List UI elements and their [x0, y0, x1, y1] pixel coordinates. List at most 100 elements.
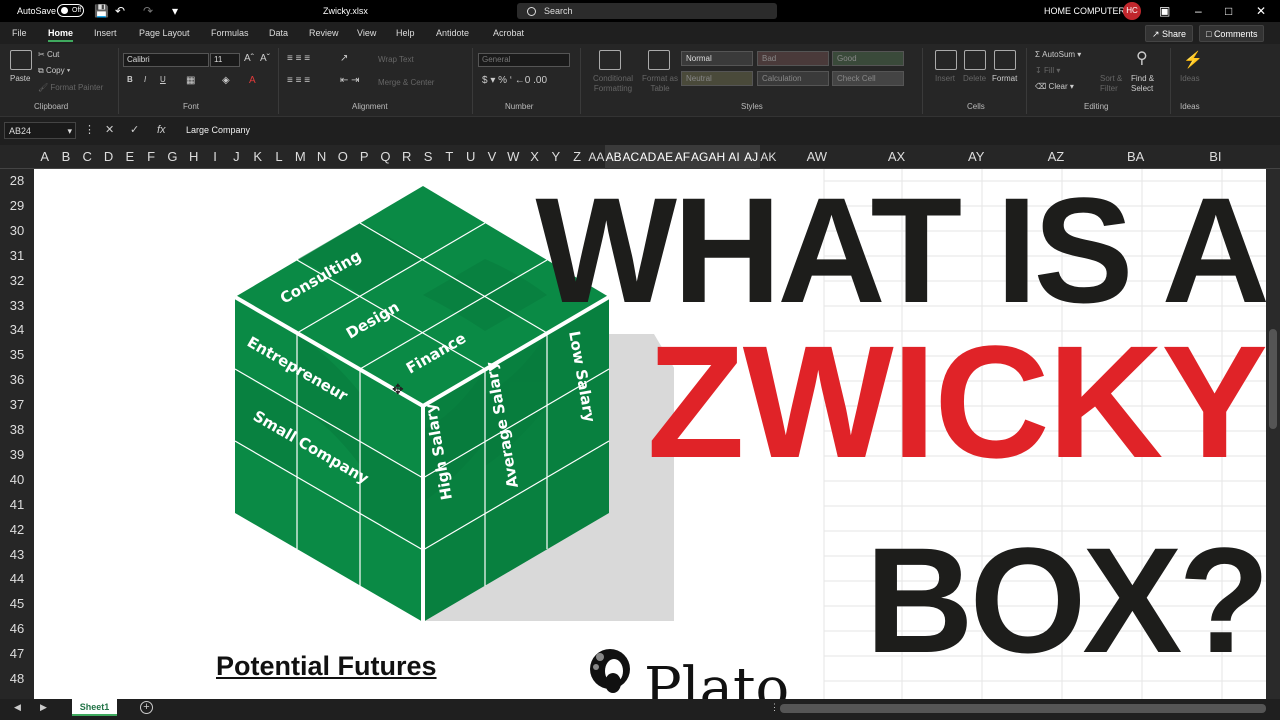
avatar[interactable]: HC	[1123, 2, 1141, 20]
row-header-45[interactable]: 45	[0, 592, 34, 617]
column-header-p[interactable]: P	[354, 145, 375, 169]
column-header-u[interactable]: U	[460, 145, 481, 169]
column-header-ah[interactable]: AH	[708, 145, 726, 169]
row-header-28[interactable]: 28	[0, 169, 34, 194]
maximize-icon[interactable]: □	[1225, 0, 1232, 22]
clear-button[interactable]: ⌫ Clear ▾	[1035, 82, 1074, 91]
autosave-toggle[interactable]: Off	[57, 4, 84, 17]
column-header-d[interactable]: D	[98, 145, 119, 169]
column-header-z[interactable]: Z	[567, 145, 588, 169]
format-cells-button[interactable]: Format	[992, 74, 1017, 83]
row-header-44[interactable]: 44	[0, 567, 34, 592]
autosum-button[interactable]: Σ AutoSum ▾	[1035, 50, 1081, 59]
column-header-i[interactable]: I	[204, 145, 225, 169]
paste-icon[interactable]	[10, 50, 32, 70]
insert-cells-button[interactable]: Insert	[935, 74, 955, 83]
row-header-33[interactable]: 33	[0, 294, 34, 319]
cut-button[interactable]: ✂ Cut	[38, 50, 59, 59]
font-size-dropdown[interactable]: 11	[210, 53, 240, 67]
column-header-aw[interactable]: AW	[777, 145, 857, 169]
row-header-31[interactable]: 31	[0, 244, 34, 269]
italic-button[interactable]: I	[144, 75, 146, 84]
row-header-39[interactable]: 39	[0, 443, 34, 468]
column-header-ba[interactable]: BA	[1096, 145, 1176, 169]
column-header-a[interactable]: A	[34, 145, 55, 169]
find-icon[interactable]: ⚲	[1136, 48, 1148, 68]
align-left-icon[interactable]: ≡ ≡ ≡	[287, 75, 310, 86]
ideas-button[interactable]: Ideas	[1180, 74, 1200, 83]
vertical-scrollbar[interactable]	[1266, 169, 1280, 699]
column-header-ad[interactable]: AD	[639, 145, 657, 169]
undo-icon[interactable]: ↶	[115, 0, 125, 22]
insert-cells-icon[interactable]	[935, 50, 957, 70]
comments-button[interactable]: □ Comments	[1199, 25, 1265, 42]
indent-icon[interactable]: ⇤ ⇥	[340, 75, 360, 86]
more-options-icon[interactable]: ⋮	[84, 122, 95, 139]
underline-button[interactable]: U	[160, 75, 166, 84]
format-painter-button[interactable]: 🖌 Format Painter	[38, 83, 103, 92]
column-header-w[interactable]: W	[503, 145, 524, 169]
column-header-bi[interactable]: BI	[1176, 145, 1256, 169]
insert-function-icon[interactable]: fx	[157, 122, 166, 139]
tab-review[interactable]: Review	[309, 22, 339, 44]
style-normal[interactable]: Normal	[681, 51, 753, 66]
borders-icon[interactable]: ▦	[186, 75, 195, 86]
row-header-30[interactable]: 30	[0, 219, 34, 244]
style-good[interactable]: Good	[832, 51, 904, 66]
save-icon[interactable]: 💾	[94, 0, 109, 22]
prev-sheet-icon[interactable]: ◀	[14, 702, 21, 713]
currency-icon[interactable]: $ ▾ % ‘ ←0 .00	[482, 75, 547, 86]
column-header-aj[interactable]: AJ	[742, 145, 760, 169]
row-header-32[interactable]: 32	[0, 269, 34, 294]
tab-page-layout[interactable]: Page Layout	[139, 22, 190, 44]
scroll-left-icon[interactable]: ⋮	[770, 702, 779, 713]
column-header-s[interactable]: S	[417, 145, 438, 169]
column-header-ac[interactable]: AC	[622, 145, 640, 169]
add-sheet-button[interactable]: +	[140, 701, 153, 714]
row-header-42[interactable]: 42	[0, 518, 34, 543]
ribbon-display-icon[interactable]: ▣	[1159, 0, 1170, 22]
style-calculation[interactable]: Calculation	[757, 71, 829, 86]
column-header-k[interactable]: K	[247, 145, 268, 169]
format-cells-icon[interactable]	[994, 50, 1016, 70]
grow-font-icon[interactable]: Aˆ	[244, 53, 254, 64]
column-header-az[interactable]: AZ	[1016, 145, 1096, 169]
column-header-ak[interactable]: AK	[760, 145, 777, 169]
merge-center-button[interactable]: Merge & Center	[378, 78, 434, 87]
column-header-ay[interactable]: AY	[936, 145, 1016, 169]
column-header-x[interactable]: X	[524, 145, 545, 169]
ideas-icon[interactable]: ⚡	[1183, 50, 1203, 70]
name-box[interactable]: AB24 ▾	[4, 122, 76, 139]
formula-input[interactable]: Large Company	[178, 122, 1276, 139]
row-header-40[interactable]: 40	[0, 468, 34, 493]
quick-access-dropdown-icon[interactable]: ▾	[172, 0, 178, 22]
column-header-m[interactable]: M	[290, 145, 311, 169]
bold-button[interactable]: B	[127, 75, 133, 84]
delete-cells-icon[interactable]	[964, 50, 986, 70]
tab-file[interactable]: File	[12, 22, 27, 44]
orientation-icon[interactable]: ↗	[340, 53, 348, 64]
column-header-l[interactable]: L	[268, 145, 289, 169]
column-header-y[interactable]: Y	[545, 145, 566, 169]
row-header-43[interactable]: 43	[0, 543, 34, 568]
row-header-37[interactable]: 37	[0, 393, 34, 418]
row-header-38[interactable]: 38	[0, 418, 34, 443]
row-header-46[interactable]: 46	[0, 617, 34, 642]
format-as-table-icon[interactable]	[648, 50, 670, 70]
row-header-41[interactable]: 41	[0, 493, 34, 518]
row-header-47[interactable]: 47	[0, 642, 34, 667]
tab-data[interactable]: Data	[269, 22, 288, 44]
fill-color-icon[interactable]: ◈	[222, 75, 230, 86]
tab-help[interactable]: Help	[396, 22, 415, 44]
sheet-canvas[interactable]: Consulting Design Finance Entrepreneur S…	[34, 169, 1266, 699]
font-name-dropdown[interactable]: Calibri	[123, 53, 209, 67]
tab-home[interactable]: Home	[48, 22, 74, 44]
column-header-o[interactable]: O	[332, 145, 353, 169]
tab-antidote[interactable]: Antidote	[436, 22, 469, 44]
column-header-g[interactable]: G	[162, 145, 183, 169]
column-header-ax[interactable]: AX	[857, 145, 937, 169]
copy-button[interactable]: ⧉ Copy ▾	[38, 66, 70, 76]
style-check-cell[interactable]: Check Cell	[832, 71, 904, 86]
column-header-ag[interactable]: AG	[691, 145, 708, 169]
redo-icon[interactable]: ↷	[143, 0, 153, 22]
